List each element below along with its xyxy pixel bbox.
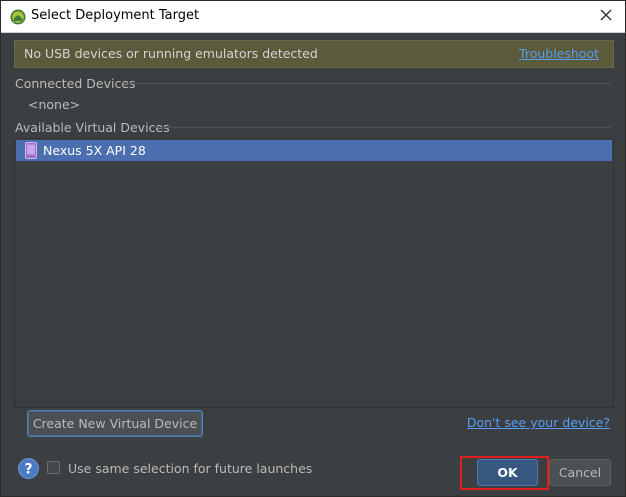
- svg-text:?: ?: [24, 462, 32, 478]
- title-bar: Select Deployment Target: [1, 1, 625, 33]
- dialog-title: Select Deployment Target: [31, 8, 200, 23]
- remember-selection-label: Use same selection for future launches: [68, 461, 313, 476]
- close-icon[interactable]: [597, 6, 615, 24]
- ok-button[interactable]: OK: [477, 459, 538, 486]
- available-devices-heading: Available Virtual Devices: [15, 120, 170, 135]
- troubleshoot-link[interactable]: Troubleshoot: [519, 46, 599, 61]
- banner-message: No USB devices or running emulators dete…: [24, 46, 318, 61]
- device-label: Nexus 5X API 28: [43, 143, 146, 158]
- warning-banner: No USB devices or running emulators dete…: [14, 40, 614, 68]
- help-icon[interactable]: ?: [18, 458, 39, 479]
- dont-see-device-link[interactable]: Don't see your device?: [467, 415, 610, 430]
- connected-devices-heading: Connected Devices: [15, 76, 136, 91]
- device-item-nexus-5x[interactable]: Nexus 5X API 28: [16, 140, 612, 161]
- connected-devices-empty: <none>: [28, 97, 81, 112]
- cancel-button[interactable]: Cancel: [549, 459, 611, 486]
- section-divider: [123, 83, 611, 84]
- device-list[interactable]: Nexus 5X API 28: [14, 138, 614, 408]
- create-virtual-device-button[interactable]: Create New Virtual Device: [27, 410, 203, 437]
- deployment-dialog: Select Deployment Target No USB devices …: [0, 0, 626, 497]
- section-divider: [151, 127, 611, 128]
- remember-selection-checkbox[interactable]: [47, 461, 60, 474]
- android-studio-icon: [10, 9, 26, 25]
- phone-icon: [25, 142, 37, 159]
